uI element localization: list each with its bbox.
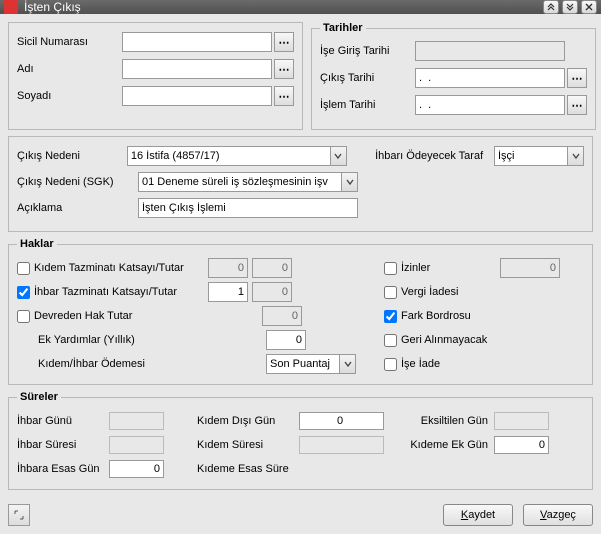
sgk-select[interactable]: 01 Deneme süreli iş sözleşmesinin işv (138, 172, 358, 192)
kidem-disi-v[interactable] (299, 412, 384, 430)
sureler-legend: Süreler (17, 391, 61, 403)
ihbar-v2 (252, 282, 292, 302)
kidem-label: Kıdem Tazminatı Katsayı/Tutar (34, 262, 204, 274)
kidem-suresi-label: Kıdem Süresi (197, 439, 297, 451)
kidem-suresi-v (299, 436, 384, 454)
dates-legend: Tarihler (320, 22, 366, 34)
devreden-check[interactable] (17, 310, 30, 323)
islem-label: İşlem Tarihi (320, 99, 415, 111)
ihbar-suresi-v (109, 436, 164, 454)
geri-label: Geri Alınmayacak (401, 334, 487, 346)
sicil-label: Sicil Numarası (17, 36, 122, 48)
soyadi-lookup-button[interactable]: ⋯ (274, 86, 294, 106)
adi-lookup-button[interactable]: ⋯ (274, 59, 294, 79)
kidem-ek-label: Kıdeme Ek Gün (407, 439, 492, 451)
ihbar-taraf-select[interactable]: İşçi (494, 146, 584, 166)
cikis-date-button[interactable]: ⋯ (567, 68, 587, 88)
maximize-icon[interactable] (562, 0, 578, 14)
app-icon (4, 0, 18, 14)
aciklama-input[interactable] (138, 198, 358, 218)
minimize-icon[interactable] (543, 0, 559, 14)
eksiltilen-v (494, 412, 549, 430)
giris-label: İşe Giriş Tarihi (320, 45, 415, 57)
ihbara-esas-label: İhbara Esas Gün (17, 463, 107, 475)
haklar-legend: Haklar (17, 238, 57, 250)
eksiltilen-label: Eksiltilen Gün (407, 415, 492, 427)
cancel-button[interactable]: Vazgeç (523, 504, 593, 526)
neden-select[interactable]: 16 İstifa (4857/17) (127, 146, 347, 166)
identity-panel: Sicil Numarası ⋯ Adı ⋯ Soyadı ⋯ (8, 22, 303, 130)
geri-check[interactable] (384, 334, 397, 347)
iseiade-label: İşe İade (401, 358, 440, 370)
izinler-check[interactable] (384, 262, 397, 275)
ihbar-taraf-label: İhbarı Ödeyecek Taraf (375, 150, 488, 162)
izinler-v (500, 258, 560, 278)
islem-input[interactable] (415, 95, 565, 115)
kidem-disi-label: Kıdem Dışı Gün (197, 415, 297, 427)
izinler-label: İzinler (401, 262, 496, 274)
islem-date-button[interactable]: ⋯ (567, 95, 587, 115)
soyadi-input[interactable] (122, 86, 272, 106)
ihbara-esas-v[interactable] (109, 460, 164, 478)
ekyardim-label: Ek Yardımlar (Yıllık) (38, 334, 208, 346)
window-title: İşten Çıkış (24, 0, 543, 14)
kidem-v1 (208, 258, 248, 278)
kideme-esas-label: Kıdeme Esas Süre (197, 463, 297, 475)
reason-panel: Çıkış Nedeni 16 İstifa (4857/17) İhbarı … (8, 136, 593, 232)
save-button[interactable]: Kaydet (443, 504, 513, 526)
cikis-input[interactable] (415, 68, 565, 88)
ihbar-check[interactable] (17, 286, 30, 299)
adi-label: Adı (17, 63, 122, 75)
haklar-panel: Haklar Kıdem Tazminatı Katsayı/Tutar İhb… (8, 238, 593, 385)
devreden-label: Devreden Hak Tutar (34, 310, 204, 322)
title-bar: İşten Çıkış (0, 0, 601, 14)
kidem-check[interactable] (17, 262, 30, 275)
sicil-input[interactable] (122, 32, 272, 52)
expand-icon[interactable] (8, 504, 30, 526)
sgk-label: Çıkış Nedeni (SGK) (17, 176, 132, 188)
ihbar-gunu-v (109, 412, 164, 430)
aciklama-label: Açıklama (17, 202, 132, 214)
vergi-label: Vergi İadesi (401, 286, 458, 298)
devreden-v (262, 306, 302, 326)
vergi-check[interactable] (384, 286, 397, 299)
cikis-label: Çıkış Tarihi (320, 72, 415, 84)
ihbar-gunu-label: İhbar Günü (17, 415, 107, 427)
neden-label: Çıkış Nedeni (17, 150, 121, 162)
sureler-panel: Süreler İhbar Günü İhbar Süresi İhbara E… (8, 391, 593, 490)
ihbar-label: İhbar Tazminatı Katsayı/Tutar (34, 286, 204, 298)
ihbar-suresi-label: İhbar Süresi (17, 439, 107, 451)
kidemihbar-select[interactable]: Son Puantaj (266, 354, 356, 374)
iseiade-check[interactable] (384, 358, 397, 371)
close-icon[interactable] (581, 0, 597, 14)
ihbar-v1[interactable] (208, 282, 248, 302)
fark-label: Fark Bordrosu (401, 310, 471, 322)
kidemihbar-label: Kıdem/İhbar Ödemesi (38, 358, 208, 370)
ekyardim-v[interactable] (266, 330, 306, 350)
giris-value (415, 41, 565, 61)
soyadi-label: Soyadı (17, 90, 122, 102)
kidem-ek-v[interactable] (494, 436, 549, 454)
dates-panel: Tarihler İşe Giriş Tarihi Çıkış Tarihi ⋯… (311, 22, 596, 130)
kidem-v2 (252, 258, 292, 278)
sicil-lookup-button[interactable]: ⋯ (274, 32, 294, 52)
adi-input[interactable] (122, 59, 272, 79)
fark-check[interactable] (384, 310, 397, 323)
